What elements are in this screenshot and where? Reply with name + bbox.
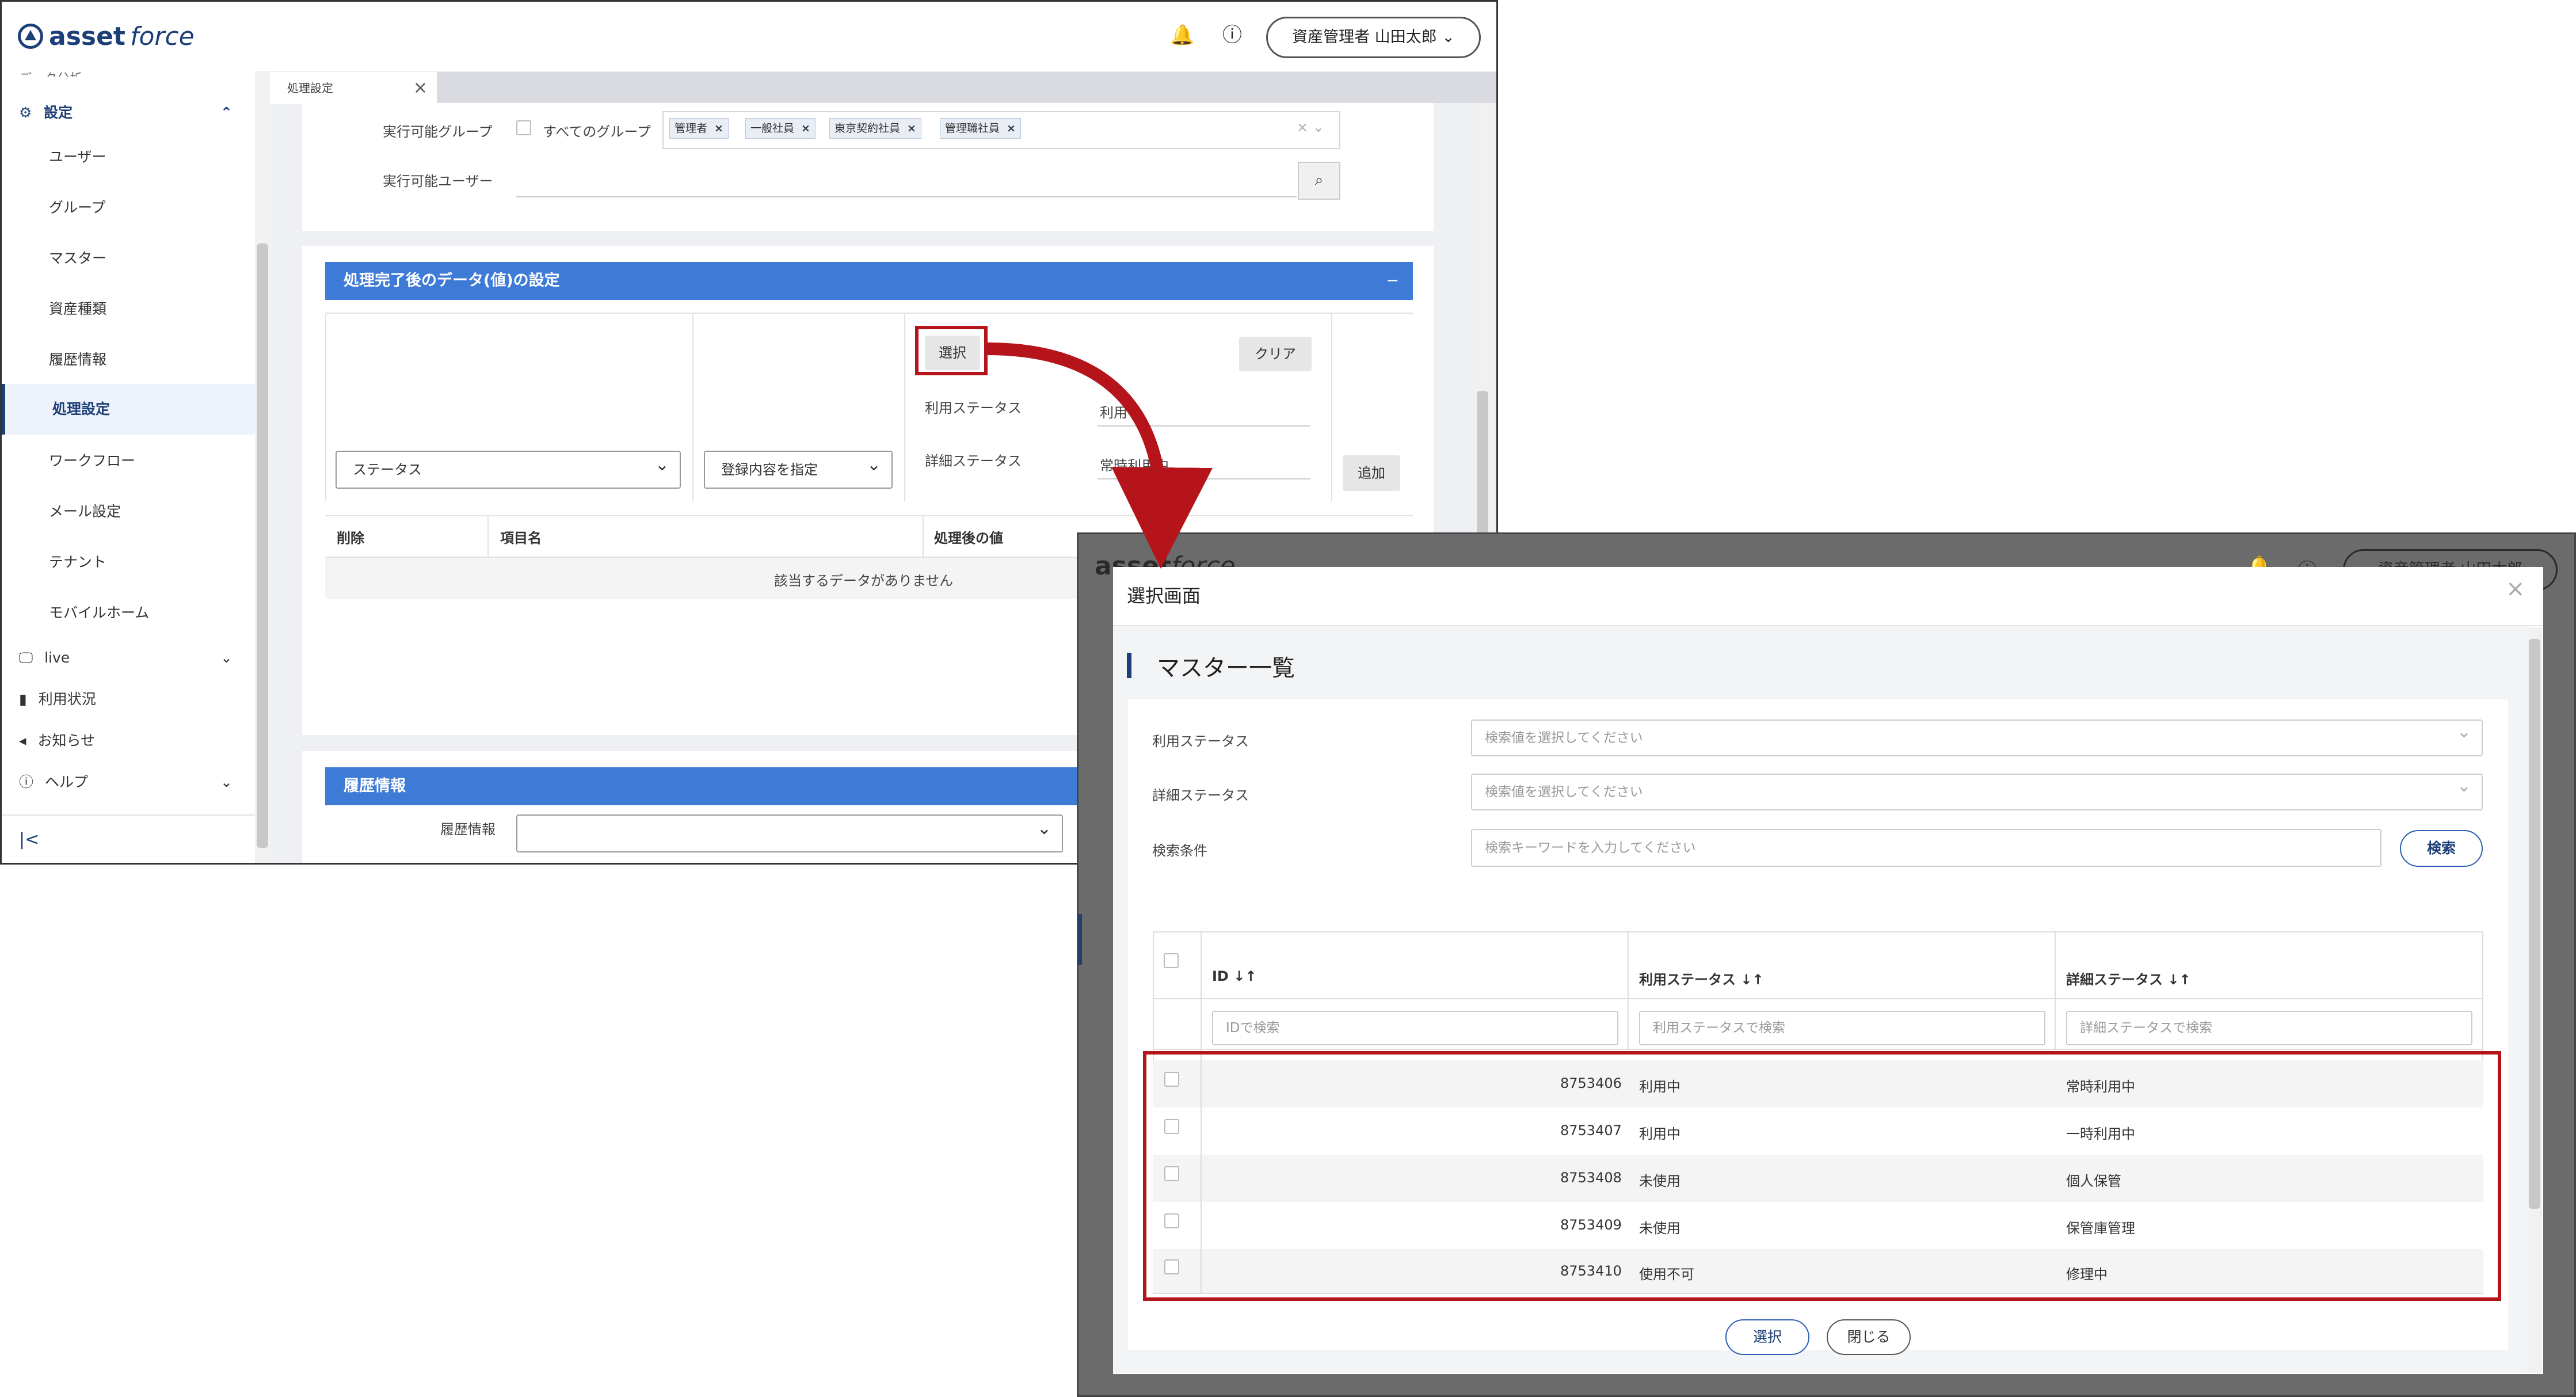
flow-arrow (987, 342, 1213, 569)
arrow-path (987, 342, 1213, 569)
